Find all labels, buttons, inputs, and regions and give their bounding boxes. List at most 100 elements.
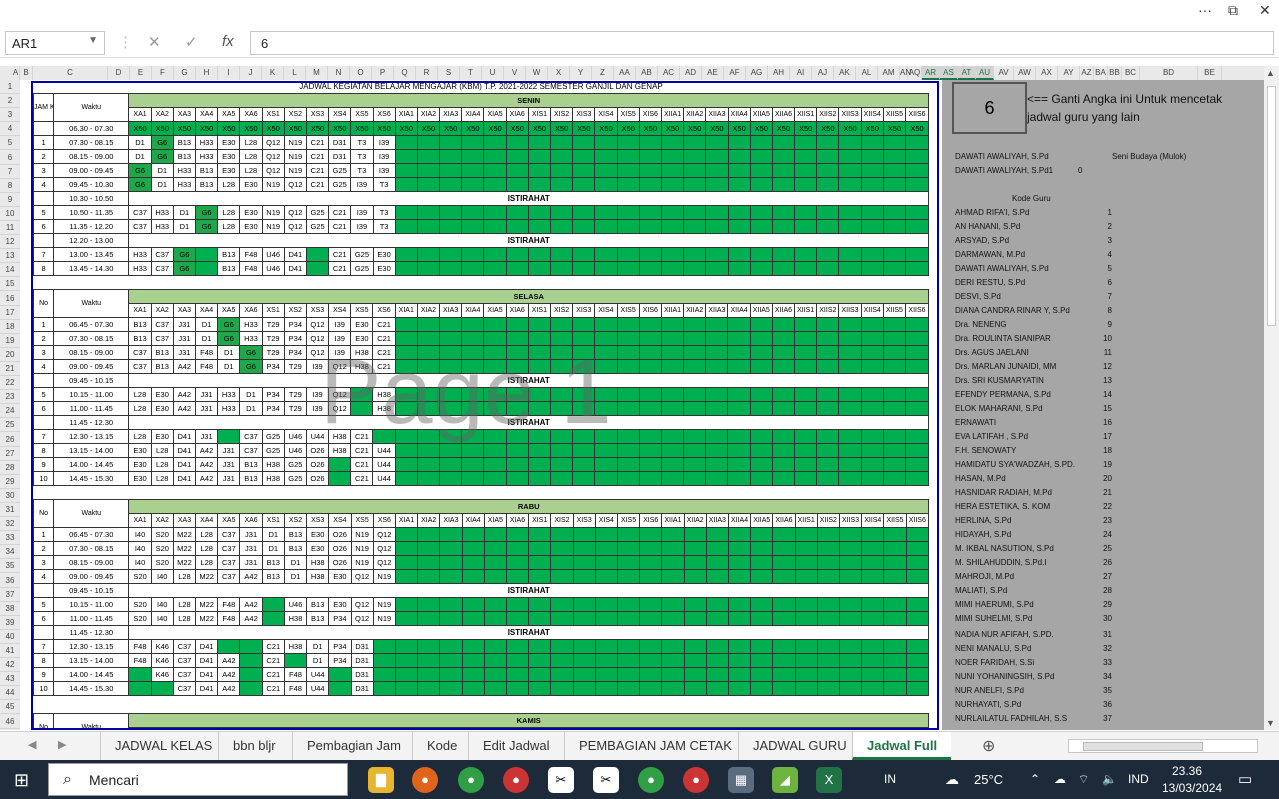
schedule-cell[interactable]	[461, 317, 485, 332]
schedule-cell[interactable]	[771, 317, 796, 332]
row-number[interactable]: 1	[32, 317, 55, 332]
row-header[interactable]: 20	[0, 348, 20, 362]
schedule-cell[interactable]	[660, 387, 685, 402]
schedule-cell[interactable]	[838, 317, 862, 332]
schedule-cell[interactable]	[638, 149, 662, 164]
schedule-cell[interactable]	[150, 681, 174, 696]
schedule-cell[interactable]	[882, 387, 906, 402]
schedule-cell[interactable]: F48	[128, 653, 152, 668]
schedule-cell[interactable]	[594, 597, 618, 612]
schedule-cell[interactable]: P34	[328, 653, 352, 668]
schedule-cell[interactable]	[771, 163, 796, 178]
schedule-cell[interactable]	[505, 457, 529, 472]
time-cell[interactable]: 09.45 - 10.15	[53, 373, 130, 388]
schedule-cell[interactable]: B13	[128, 331, 152, 346]
schedule-cell[interactable]: U46	[261, 261, 285, 276]
schedule-cell[interactable]: C21	[261, 639, 285, 654]
schedule-cell[interactable]	[550, 219, 574, 234]
schedule-cell[interactable]	[638, 471, 662, 486]
schedule-cell[interactable]	[816, 611, 840, 626]
schedule-cell[interactable]	[771, 457, 796, 472]
tray-expand-icon[interactable]: ⌃	[1030, 760, 1040, 799]
schedule-cell[interactable]: C21	[261, 681, 285, 696]
column-header[interactable]: AI	[790, 66, 812, 80]
schedule-cell[interactable]: C21	[350, 471, 374, 486]
schedule-cell[interactable]	[594, 429, 618, 444]
schedule-cell[interactable]	[905, 219, 929, 234]
schedule-cell[interactable]	[239, 639, 263, 654]
schedule-cell[interactable]	[394, 639, 419, 654]
schedule-cell[interactable]	[860, 149, 884, 164]
schedule-cell[interactable]	[328, 471, 352, 486]
schedule-cell[interactable]	[505, 653, 530, 668]
schedule-cell[interactable]: B13	[283, 541, 308, 556]
schedule-cell[interactable]: U46	[283, 429, 307, 444]
onedrive-icon[interactable]: ☁	[1054, 760, 1066, 799]
schedule-cell[interactable]: H38	[328, 443, 352, 458]
row-header[interactable]: 13	[0, 249, 20, 264]
schedule-cell[interactable]: A42	[194, 443, 219, 458]
schedule-cell[interactable]	[838, 541, 863, 556]
schedule-cell[interactable]: I39	[372, 135, 396, 150]
row-number[interactable]	[32, 191, 55, 206]
schedule-cell[interactable]	[505, 667, 530, 682]
schedule-cell[interactable]: X50	[439, 121, 463, 136]
schedule-cell[interactable]: G6	[150, 149, 174, 164]
column-header[interactable]: A	[12, 66, 20, 80]
schedule-cell[interactable]: E30	[372, 261, 396, 276]
schedule-cell[interactable]: F48	[194, 359, 219, 374]
time-cell[interactable]: 08.15 - 09.00	[53, 345, 130, 360]
schedule-cell[interactable]	[528, 555, 552, 570]
schedule-cell[interactable]	[505, 639, 530, 654]
schedule-cell[interactable]: B13	[150, 345, 174, 360]
schedule-cell[interactable]: S20	[150, 555, 174, 570]
chrome-icon[interactable]: ●	[458, 767, 484, 793]
schedule-cell[interactable]	[505, 429, 529, 444]
schedule-cell[interactable]	[616, 597, 641, 612]
schedule-cell[interactable]: C37	[128, 219, 152, 234]
schedule-cell[interactable]	[372, 429, 396, 444]
schedule-cell[interactable]	[439, 177, 463, 192]
schedule-cell[interactable]	[772, 527, 796, 542]
schedule-cell[interactable]: T29	[283, 359, 307, 374]
row-header[interactable]: 22	[0, 376, 20, 391]
time-cell[interactable]: 08.15 - 09.00	[53, 149, 130, 164]
schedule-cell[interactable]: I40	[128, 555, 152, 570]
schedule-cell[interactable]	[905, 555, 930, 570]
schedule-cell[interactable]: D31	[350, 667, 374, 682]
schedule-cell[interactable]	[749, 261, 773, 276]
schedule-cell[interactable]	[705, 667, 729, 682]
schedule-cell[interactable]: Q12	[350, 569, 374, 584]
schedule-cell[interactable]: F48	[217, 597, 241, 612]
windows-start-icon[interactable]: ⊞	[14, 770, 29, 791]
schedule-cell[interactable]	[616, 219, 640, 234]
schedule-cell[interactable]: X50	[660, 121, 685, 136]
schedule-cell[interactable]	[616, 653, 641, 668]
schedule-cell[interactable]	[883, 541, 907, 556]
break-row[interactable]: ISTIRAHAT	[128, 191, 929, 206]
schedule-cell[interactable]	[683, 471, 707, 486]
schedule-cell[interactable]	[727, 429, 751, 444]
schedule-cell[interactable]: N19	[261, 177, 285, 192]
schedule-cell[interactable]	[394, 177, 418, 192]
schedule-cell[interactable]	[417, 653, 441, 668]
schedule-cell[interactable]	[505, 681, 530, 696]
time-cell[interactable]: 14.00 - 14.45	[53, 457, 130, 472]
schedule-cell[interactable]	[394, 205, 418, 220]
column-header[interactable]: Q	[394, 66, 416, 80]
column-header[interactable]: AZ	[1080, 66, 1094, 80]
row-header[interactable]: 10	[0, 207, 20, 221]
schedule-cell[interactable]	[905, 527, 930, 542]
schedule-cell[interactable]	[305, 261, 330, 276]
schedule-cell[interactable]	[638, 317, 662, 332]
schedule-cell[interactable]: L28	[150, 471, 174, 486]
schedule-cell[interactable]: D1	[194, 331, 219, 346]
schedule-cell[interactable]	[727, 569, 752, 584]
schedule-cell[interactable]	[771, 429, 796, 444]
schedule-cell[interactable]	[705, 569, 729, 584]
column-header[interactable]: AG	[746, 66, 768, 80]
column-header[interactable]: AA	[614, 66, 636, 80]
schedule-cell[interactable]: C21	[328, 205, 352, 220]
row-header[interactable]: 14	[0, 263, 20, 278]
schedule-cell[interactable]: C37	[172, 681, 197, 696]
